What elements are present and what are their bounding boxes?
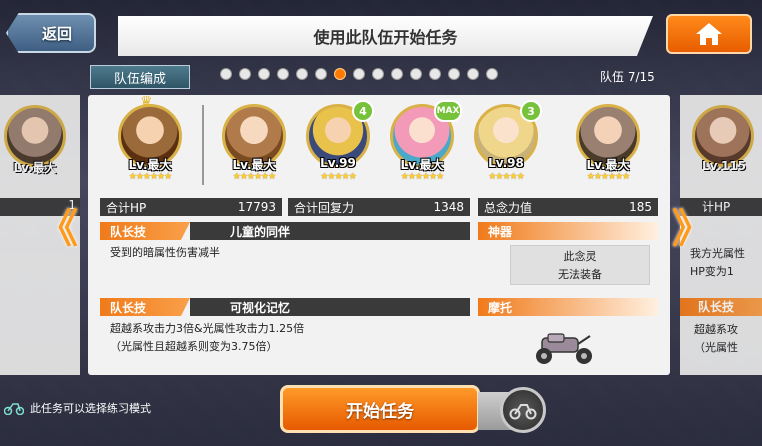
- character-slot-2[interactable]: Lv.最大 ★★★★★★: [220, 100, 288, 186]
- home-button[interactable]: [666, 14, 752, 54]
- motorcycle-icon: [509, 404, 537, 420]
- page-title: 使用此队伍开始任务: [118, 16, 653, 56]
- vehicle-header: 摩托: [478, 298, 658, 316]
- god-header: 神器: [478, 222, 658, 240]
- character-slot-1[interactable]: ♛ Lv.最大 ★★★★★★: [116, 94, 184, 186]
- team-page-dot[interactable]: [410, 68, 422, 80]
- awaken-badge: MAX: [434, 100, 462, 122]
- leader-skill-header: 队长技 儿童的同伴: [100, 222, 470, 240]
- next-team-skill2-tag: 队长技: [680, 298, 762, 316]
- god-slot[interactable]: 此念灵 无法装备: [510, 245, 650, 285]
- rarity-stars: ★★★★★★: [400, 172, 444, 182]
- leader-divider: [202, 105, 204, 185]
- team-page-dot[interactable]: [372, 68, 384, 80]
- team-page-indicator: [220, 68, 498, 80]
- back-button[interactable]: 返回: [6, 13, 96, 53]
- stat-total-power: 总念力值 185: [478, 198, 658, 216]
- team-page-dot[interactable]: [429, 68, 441, 80]
- team-edit-tab[interactable]: 队伍编成: [90, 65, 190, 89]
- next-team-lv: Lv.115: [701, 159, 747, 173]
- team-page-dot[interactable]: [277, 68, 289, 80]
- rarity-stars: ★★★★★: [320, 172, 356, 182]
- rarity-stars: ★★★★★★: [232, 172, 276, 182]
- team-page-dot[interactable]: [315, 68, 327, 80]
- home-icon: [696, 23, 722, 45]
- leader-skill2-desc: 超越系攻击力3倍&光属性攻击力1.25倍 （光属性且超越系则变为3.75倍）: [110, 322, 305, 353]
- character-level: Lv.最大: [586, 158, 630, 172]
- rarity-stars: ★★★★★★: [586, 172, 630, 182]
- character-level: Lv.最大: [400, 158, 444, 172]
- motorcycle-icon: [536, 333, 592, 364]
- prev-team-arrow[interactable]: 《: [38, 196, 78, 254]
- start-mission-button[interactable]: 开始任务: [280, 385, 480, 433]
- team-page-dot[interactable]: [258, 68, 270, 80]
- team-page-dot[interactable]: [334, 68, 346, 80]
- stat-total-heal: 合计回复力 1348: [288, 198, 470, 216]
- team-page-dot[interactable]: [391, 68, 403, 80]
- team-page-dot[interactable]: [220, 68, 232, 80]
- prev-team-lv: Lv.最大: [13, 161, 57, 175]
- practice-mode-icon: [4, 403, 24, 415]
- team-page-dot[interactable]: [448, 68, 460, 80]
- next-team-skill2-desc: 超越系攻 （光属性: [694, 323, 738, 354]
- leader-skill-desc: 受到的暗属性伤害减半: [110, 246, 220, 259]
- next-team-portrait: [692, 105, 754, 167]
- practice-mode-note: 此任务可以选择练习模式: [4, 400, 151, 416]
- character-slot-3[interactable]: 4 Lv.99 ★★★★★: [304, 100, 374, 186]
- next-team-arrow[interactable]: 》: [672, 196, 712, 254]
- stat-total-hp: 合计HP 17793: [100, 198, 282, 216]
- practice-mode-button[interactable]: [500, 387, 546, 433]
- team-page-dot[interactable]: [239, 68, 251, 80]
- awaken-badge: 3: [520, 100, 542, 122]
- rarity-stars: ★★★★★: [488, 172, 524, 182]
- awaken-badge: 4: [352, 100, 374, 122]
- team-page-dot[interactable]: [353, 68, 365, 80]
- rarity-stars: ★★★★★★: [128, 172, 172, 182]
- character-level: Lv.最大: [232, 158, 276, 172]
- character-level: Lv.最大: [128, 158, 172, 172]
- prev-team-portrait: [4, 105, 66, 167]
- leader-crown-icon: ♛: [140, 94, 153, 110]
- leader-skill2-header: 队长技 可视化记忆: [100, 298, 470, 316]
- character-slot-4[interactable]: MAX Lv.最大 ★★★★★★: [388, 100, 462, 186]
- character-slot-6[interactable]: Lv.最大 ★★★★★★: [574, 100, 642, 186]
- character-level: Lv.99: [320, 156, 356, 170]
- character-level: Lv.98: [488, 156, 524, 170]
- team-count: 队伍 7/15: [600, 70, 655, 84]
- team-page-dot[interactable]: [486, 68, 498, 80]
- team-page-dot[interactable]: [467, 68, 479, 80]
- team-page-dot[interactable]: [296, 68, 308, 80]
- vehicle-slot[interactable]: [528, 330, 600, 370]
- character-slot-5[interactable]: 3 Lv.98 ★★★★★: [472, 100, 542, 186]
